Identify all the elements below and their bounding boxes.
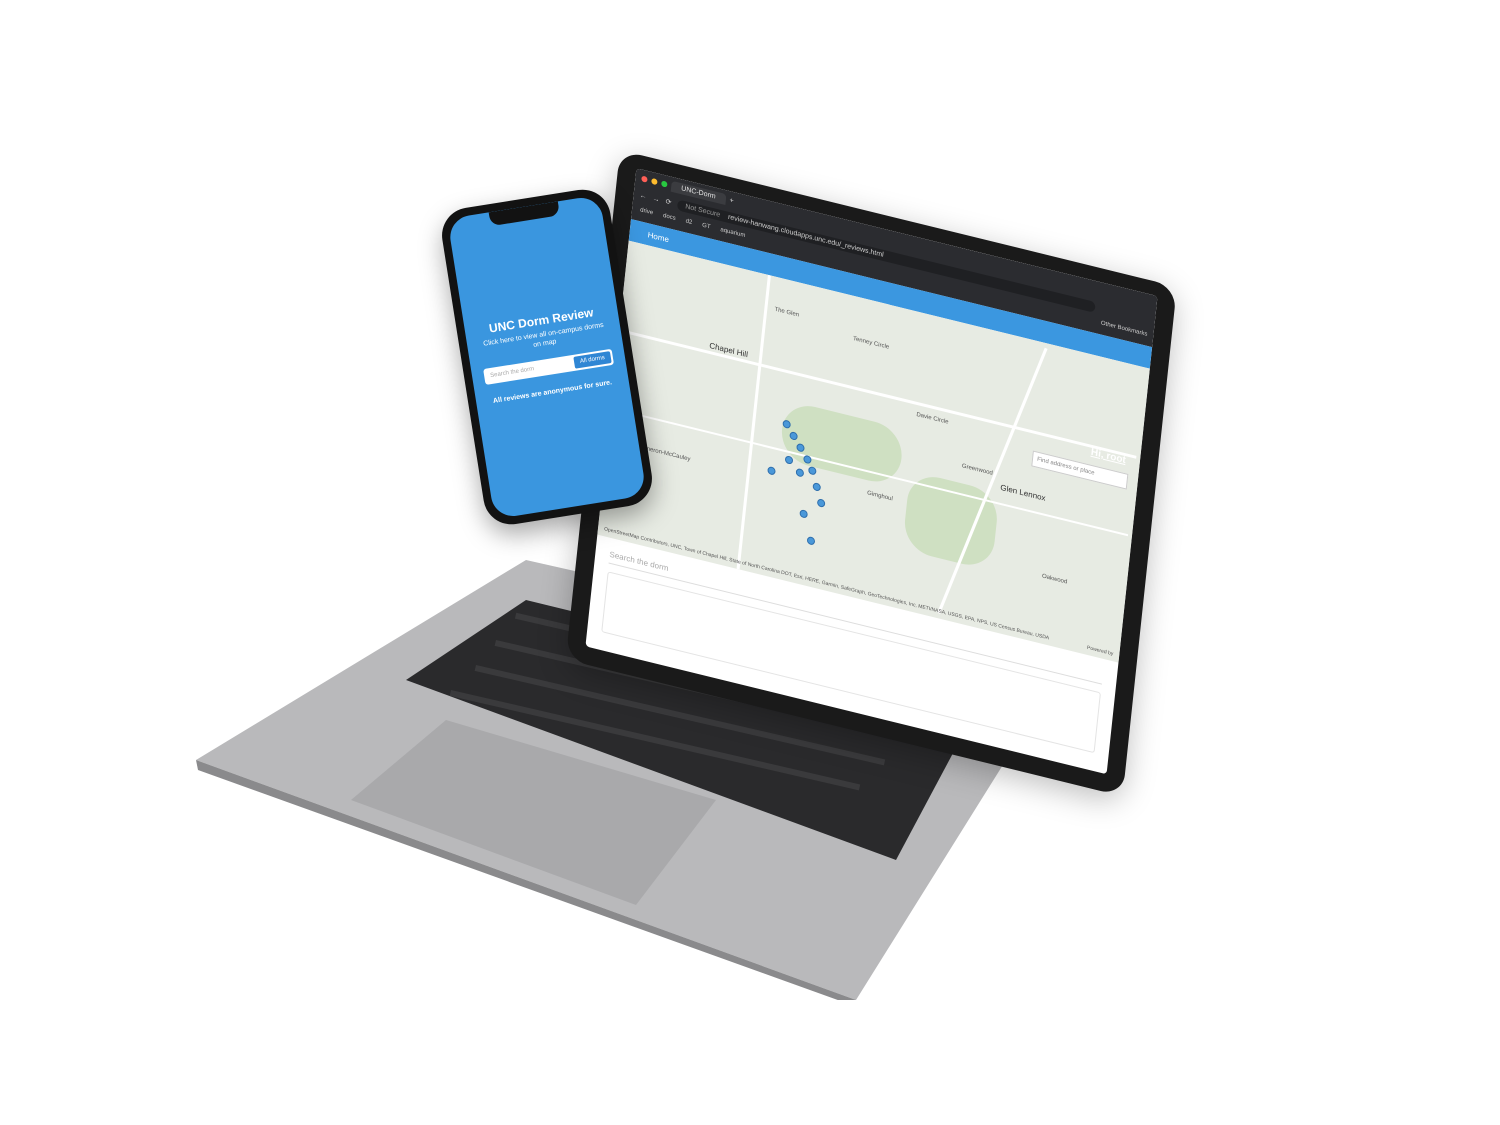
all-dorms-button[interactable]: All dorms bbox=[573, 350, 612, 369]
dorm-pin[interactable] bbox=[767, 465, 776, 476]
bookmark-drive[interactable]: drive bbox=[640, 207, 654, 216]
bookmark-aquarium[interactable]: aquarium bbox=[720, 227, 746, 239]
back-icon[interactable]: ← bbox=[639, 192, 647, 201]
reload-icon[interactable]: ⟳ bbox=[665, 197, 672, 206]
dorm-pin[interactable] bbox=[812, 482, 822, 492]
map-road bbox=[736, 274, 771, 570]
dorm-pin[interactable] bbox=[799, 508, 809, 519]
map-label: Gimghoul bbox=[866, 490, 893, 503]
phone-search-input[interactable]: Search the dorm bbox=[484, 360, 575, 380]
map-label: Glen Lennox bbox=[999, 482, 1047, 503]
phone-notch bbox=[488, 201, 560, 227]
dorm-pin[interactable] bbox=[795, 467, 805, 478]
map-label: Greenwood bbox=[961, 463, 994, 477]
minimize-window-icon[interactable] bbox=[651, 177, 658, 186]
map-label: Tenney Circle bbox=[852, 336, 890, 351]
close-window-icon[interactable] bbox=[641, 175, 648, 183]
map-label: Davie Circle bbox=[915, 411, 949, 426]
forward-icon[interactable]: → bbox=[652, 195, 660, 204]
mockup-stage: UNC-Dorm + ← → ⟳ Not Secure review-hanwa… bbox=[0, 0, 1500, 1125]
map-park bbox=[901, 470, 1000, 572]
bookmark-d2[interactable]: d2 bbox=[685, 218, 692, 226]
maximize-window-icon[interactable] bbox=[661, 180, 668, 188]
powered-by: Powered by bbox=[1086, 644, 1114, 658]
bookmark-docs[interactable]: docs bbox=[663, 213, 676, 222]
laptop-screen: UNC-Dorm + ← → ⟳ Not Secure review-hanwa… bbox=[585, 168, 1158, 775]
map-label: The Glen bbox=[774, 306, 800, 319]
dorm-pin[interactable] bbox=[816, 498, 826, 508]
nav-home-link[interactable]: Home bbox=[647, 230, 669, 244]
map-label: Oakwood bbox=[1041, 573, 1068, 586]
bookmark-gt[interactable]: GT bbox=[702, 223, 711, 231]
new-tab-icon[interactable]: + bbox=[729, 197, 734, 205]
dorm-pin[interactable] bbox=[806, 535, 816, 546]
